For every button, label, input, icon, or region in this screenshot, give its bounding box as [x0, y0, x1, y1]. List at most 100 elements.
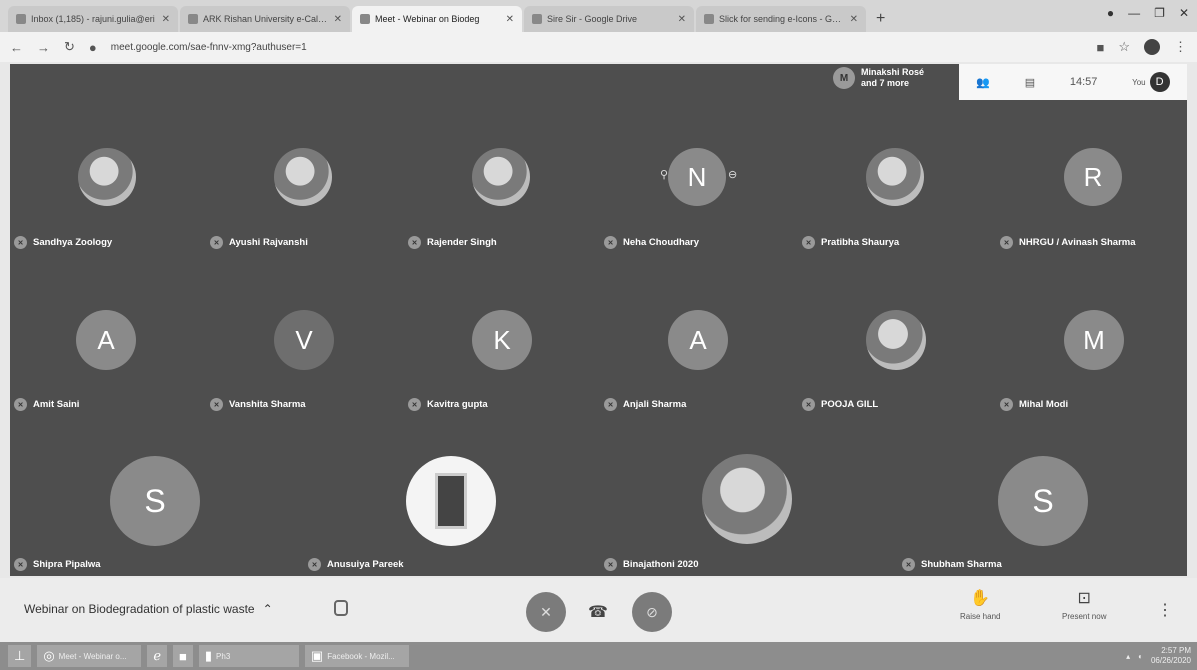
menu-icon[interactable]: ⋮ — [1174, 39, 1187, 55]
chat-icon[interactable]: ▤ — [1025, 76, 1035, 89]
people-icon[interactable]: 👥 — [976, 76, 990, 89]
participant-avatar: R — [1064, 148, 1122, 206]
mic-off-icon: ✕ — [1000, 236, 1013, 249]
pin-icon[interactable]: ⚲ — [660, 168, 668, 181]
back-icon[interactable]: ← — [10, 40, 23, 55]
browser-tab[interactable]: Sire Sir - Google Drive ✕ — [524, 6, 694, 32]
close-window-icon[interactable]: ✕ — [1179, 6, 1189, 20]
participant-avatar: A — [76, 310, 136, 370]
close-tab-icon[interactable]: ✕ — [678, 14, 686, 25]
participant-label: ✕ Anjali Sharma — [604, 398, 686, 411]
close-tab-icon[interactable]: ✕ — [850, 14, 858, 25]
captions-icon[interactable] — [334, 600, 348, 616]
bookmark-star-icon[interactable]: ☆ — [1118, 39, 1130, 55]
participant-avatar: M — [1064, 310, 1124, 370]
taskbar-item[interactable]: ▣ Facebook - Mozil... — [304, 645, 409, 667]
mic-off-icon: ✕ — [604, 236, 617, 249]
os-taskbar: ⊥ ◎ Meet - Webinar o... ℯ ■ ▮ Ph3 ▣ Faceboo… — [0, 642, 1197, 670]
mic-off-icon: ✕ — [408, 398, 421, 411]
forward-icon[interactable]: → — [37, 40, 50, 55]
mic-off-icon: ✕ — [308, 558, 321, 571]
close-tab-icon[interactable]: ✕ — [506, 14, 514, 25]
remove-icon[interactable]: ⊖ — [728, 168, 737, 181]
camera-icon[interactable]: ■ — [1096, 40, 1104, 55]
participant-avatar: N — [668, 148, 726, 206]
profile-icon[interactable]: ● — [1107, 6, 1114, 20]
browser-tab[interactable]: Inbox (1,185) - rajuni.gulia@eri ✕ — [8, 6, 178, 32]
hang-up-icon[interactable]: ☎ — [588, 602, 608, 622]
participant-avatar: S — [998, 456, 1088, 546]
taskbar-item[interactable]: ℯ — [147, 645, 168, 667]
maximize-icon[interactable]: ❐ — [1154, 6, 1165, 20]
mic-off-icon: ✕ — [604, 398, 617, 411]
browser-tab-strip: Inbox (1,185) - rajuni.gulia@eri ✕ ARK Ri… — [0, 0, 1197, 32]
participant-avatar: S — [110, 456, 200, 546]
new-tab-button[interactable]: + — [868, 10, 893, 32]
volume-icon[interactable]: ◐ — [1138, 652, 1143, 661]
participant-label: ✕ Rajender Singh — [408, 236, 497, 249]
start-icon: ⊥ — [14, 648, 26, 663]
folder-icon: ■ — [179, 648, 187, 664]
network-icon[interactable]: ▴ — [1126, 652, 1130, 661]
meeting-control-bar: Webinar on Biodegradation of plastic was… — [0, 578, 1197, 642]
reload-icon[interactable]: ↻ — [64, 39, 75, 55]
participant-avatar — [702, 454, 792, 544]
participant-avatar: K — [472, 310, 532, 370]
chevron-up-icon: ⌃ — [262, 602, 273, 616]
mic-off-icon: ✕ — [902, 558, 915, 571]
camera-toggle-button[interactable]: ⊘ — [632, 592, 672, 632]
ie-icon: ℯ — [153, 648, 162, 663]
participant-avatar — [866, 148, 924, 206]
participant-label: ✕ POOJA GILL — [802, 398, 878, 411]
participant-avatar — [406, 456, 496, 546]
self-label: You — [1132, 77, 1146, 87]
close-tab-icon[interactable]: ✕ — [162, 14, 170, 25]
participant-avatar — [866, 310, 926, 370]
minimize-icon[interactable]: — — [1128, 6, 1140, 20]
more-options-icon[interactable]: ⋮ — [1157, 600, 1173, 620]
meeting-stage: ✕ Sandhya Zoology ✕ Ayushi Rajvanshi ✕ Raje… — [10, 64, 1187, 576]
mic-off-icon: ✕ — [210, 398, 223, 411]
browser-tab[interactable]: Slick for sending e-Icons - Google ✕ — [696, 6, 866, 32]
chrome-icon: ◎ — [43, 648, 55, 663]
window-controls: ● — ❐ ✕ — [1107, 6, 1189, 20]
self-avatar[interactable]: D — [1149, 72, 1170, 92]
profile-avatar[interactable] — [1144, 39, 1160, 55]
browser-tab-active[interactable]: Meet - Webinar on Biodeg ✕ — [352, 6, 522, 32]
participant-label: ✕ Shubham Sharma — [902, 558, 1002, 571]
taskbar-item[interactable]: ■ — [173, 645, 193, 667]
word-icon: ▮ — [204, 648, 213, 663]
meeting-clock: 14:57 — [1069, 76, 1098, 88]
close-tab-icon[interactable]: ✕ — [334, 14, 342, 25]
meeting-details-toggle[interactable]: Webinar on Biodegradation of plastic was… — [24, 602, 273, 616]
page-favicon-icon — [188, 14, 198, 24]
start-button[interactable]: ⊥ — [8, 645, 32, 667]
participant-label: ✕ Ayushi Rajvanshi — [210, 236, 308, 249]
participant-label: ✕ NHRGU / Avinash Sharma — [1000, 236, 1136, 249]
taskbar-item[interactable]: ▮ Ph3 — [198, 645, 299, 667]
url-field[interactable]: meet.google.com/sae-fnnv-xmg?authuser=1 — [111, 42, 1083, 53]
raise-hand-button[interactable]: ✋ Raise hand — [960, 588, 1000, 621]
participant-avatar — [78, 148, 136, 206]
present-now-button[interactable]: ⊡ Present now — [1062, 588, 1106, 621]
taskbar-item[interactable]: ◎ Meet - Webinar o... — [37, 645, 142, 667]
participant-label: ✕ Kavitra gupta — [408, 398, 488, 411]
mic-off-icon: ✕ — [408, 236, 421, 249]
participant-avatar: V — [274, 310, 334, 370]
participant-avatar — [472, 148, 530, 206]
participant-label: ✕ Neha Choudhary — [604, 236, 699, 249]
mic-off-icon: ✕ — [14, 236, 27, 249]
taskbar-clock[interactable]: 2:57 PM 06/26/2020 — [1151, 646, 1191, 666]
address-bar-row: ← → ↻ ● meet.google.com/sae-fnnv-xmg?aut… — [0, 32, 1197, 62]
mic-off-icon: ✕ — [210, 236, 223, 249]
browser-tab[interactable]: ARK Rishan University e-Calend ✕ — [180, 6, 350, 32]
mic-off-icon: ✕ — [802, 236, 815, 249]
mic-toggle-button[interactable]: ✕ — [526, 592, 566, 632]
participant-label: ✕ Sandhya Zoology — [14, 236, 112, 249]
mic-off-icon: ✕ — [1000, 398, 1013, 411]
mic-off-icon: ✕ — [14, 398, 27, 411]
gmail-favicon-icon — [16, 14, 26, 24]
participant-label: ✕ Anusuiya Pareek — [308, 558, 404, 571]
mic-off-icon: ✕ — [604, 558, 617, 571]
hand-icon: ✋ — [970, 590, 991, 607]
